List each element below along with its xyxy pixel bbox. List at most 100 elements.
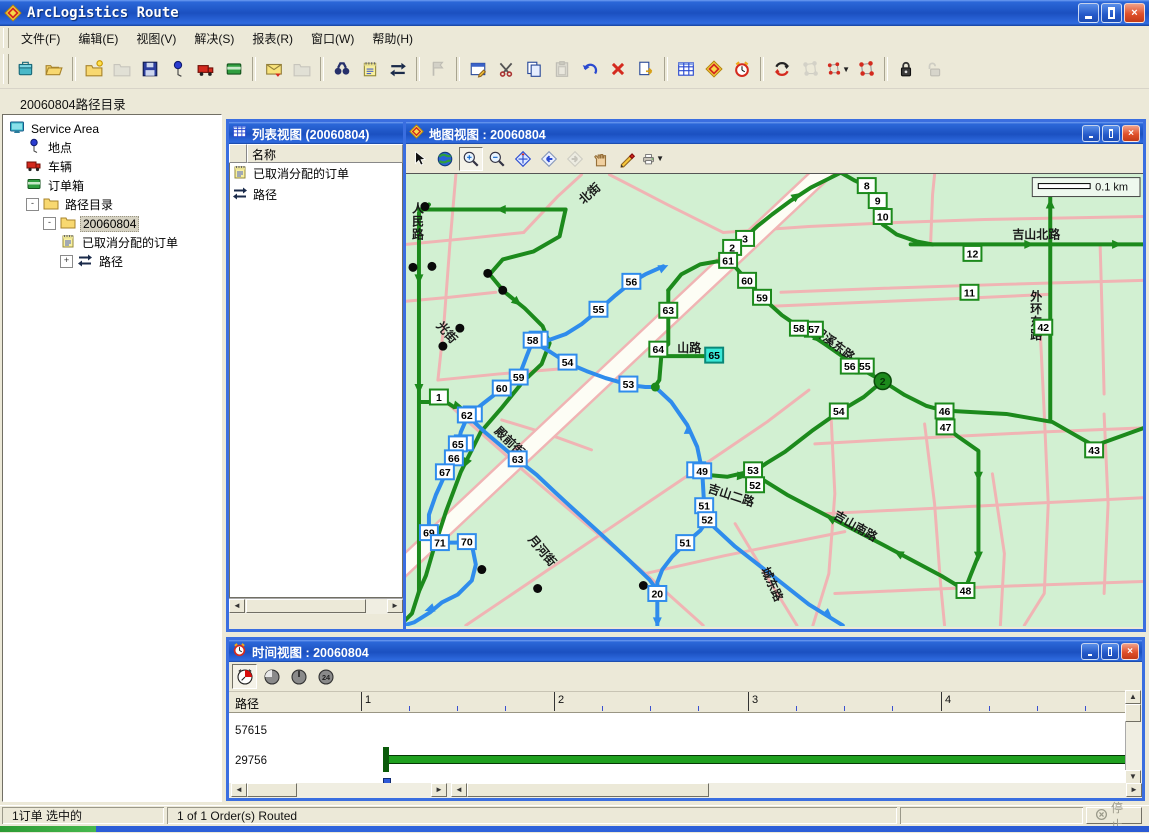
map-stop-61[interactable]: 61 [719, 253, 737, 268]
map-stop-58[interactable]: 58 [790, 321, 808, 336]
map-stop-66[interactable]: 66 [445, 450, 463, 465]
print-tool[interactable]: ▼ [641, 147, 665, 171]
select-tool[interactable] [407, 147, 431, 171]
map-stop-46[interactable]: 46 [936, 403, 954, 418]
scroll-thumb[interactable] [1125, 704, 1141, 722]
map-view-button[interactable] [701, 56, 727, 82]
zoom-select-tool[interactable] [511, 147, 535, 171]
names-scroll-right-button[interactable]: ► [431, 783, 447, 797]
map-stop-1[interactable]: 1 [430, 390, 448, 405]
map-stop-9[interactable]: 9 [869, 193, 887, 208]
map-stop-71[interactable]: 71 [431, 535, 449, 550]
map-stop-55[interactable]: 55 [590, 302, 608, 317]
list-view-button[interactable] [673, 56, 699, 82]
save-button[interactable] [137, 56, 163, 82]
map-stop-42[interactable]: 42 [1034, 320, 1052, 335]
orders-view-button[interactable] [357, 56, 383, 82]
menu-item-3[interactable]: 解决(S) [185, 29, 243, 49]
delete-button[interactable] [605, 56, 631, 82]
map-stop-53[interactable]: 53 [744, 462, 762, 477]
tree-item-locations[interactable]: 地点 [3, 138, 221, 157]
map-stop-2[interactable]: 2 [874, 373, 891, 390]
map-stop-63[interactable]: 63 [659, 303, 677, 318]
menu-item-1[interactable]: 编辑(E) [69, 29, 127, 49]
tree-expander[interactable]: - [43, 217, 56, 230]
map-close-button[interactable]: × [1122, 125, 1140, 142]
map-stop-51[interactable]: 51 [695, 498, 713, 513]
tree-expander[interactable]: - [26, 198, 39, 211]
time-vscrollbar[interactable]: ▲ ▼ [1125, 690, 1142, 784]
list-header-name[interactable]: 名称 [247, 144, 403, 163]
time-minimize-button[interactable] [1081, 643, 1099, 660]
tree-item-vehicles[interactable]: 车辆 [3, 157, 221, 176]
map-stop-8[interactable]: 8 [858, 178, 876, 193]
time-close-button[interactable]: × [1121, 643, 1139, 660]
map-stop-60[interactable]: 60 [738, 273, 756, 288]
undo-button[interactable] [577, 56, 603, 82]
map-view-titlebar[interactable]: 地图视图 : 20060804 × [406, 122, 1143, 144]
gantt-row-label-57615[interactable]: 57615 [235, 725, 267, 737]
map-stop-48[interactable]: 48 [957, 583, 975, 598]
timeline-scroll-thumb[interactable] [467, 783, 709, 797]
new-folder-button[interactable] [81, 56, 107, 82]
tree-expander[interactable]: + [60, 255, 73, 268]
lock-button[interactable] [893, 56, 919, 82]
new-button[interactable] [13, 56, 39, 82]
map-stop-47[interactable]: 47 [937, 419, 955, 434]
scroll-thumb[interactable] [246, 599, 366, 613]
map-stop-56[interactable]: 56 [622, 274, 640, 289]
timeline-scroll-left-button[interactable]: ◄ [451, 783, 467, 797]
map-stop-54[interactable]: 54 [830, 403, 848, 418]
tree-item-unassigned-orders[interactable]: 已取消分配的订单 [3, 233, 221, 252]
unassign-button[interactable] [853, 56, 879, 82]
copy-button[interactable] [521, 56, 547, 82]
locations-button[interactable] [165, 56, 191, 82]
close-button[interactable]: × [1124, 3, 1145, 23]
scroll-right-button[interactable]: ► [387, 599, 403, 613]
map-stop-62[interactable]: 62 [458, 406, 482, 422]
duplicate-button[interactable] [633, 56, 659, 82]
map-maximize-button[interactable] [1102, 125, 1120, 142]
menu-item-0[interactable]: 文件(F) [12, 29, 69, 49]
map-stop-65[interactable]: 65 [449, 435, 473, 451]
timeline-scroll-right-button[interactable]: ► [1126, 783, 1142, 797]
map-stop-52[interactable]: 52 [698, 512, 716, 527]
import-orders-button[interactable] [261, 56, 287, 82]
globe-tool[interactable] [433, 147, 457, 171]
map-stop-43[interactable]: 43 [1085, 442, 1103, 457]
vehicles-button[interactable] [193, 56, 219, 82]
routes-row[interactable]: 路径 [230, 184, 402, 205]
cut-button[interactable] [493, 56, 519, 82]
map-stop-56[interactable]: 56 [841, 359, 859, 374]
menu-item-6[interactable]: 帮助(H) [363, 29, 422, 49]
clock-plain-button[interactable] [286, 664, 311, 689]
zoom-in-tool[interactable] [459, 147, 483, 171]
map-stop-70[interactable]: 70 [458, 534, 476, 549]
clock-actual-button[interactable] [232, 664, 257, 689]
time-column-header[interactable]: 路径 [235, 695, 259, 712]
order-box-button[interactable] [221, 56, 247, 82]
zoom-out-tool[interactable] [485, 147, 509, 171]
time-maximize-button[interactable] [1101, 643, 1119, 660]
draw-tool[interactable] [615, 147, 639, 171]
map-stop-54[interactable]: 54 [559, 355, 577, 370]
time-view-button[interactable] [729, 56, 755, 82]
map-stop-59[interactable]: 59 [753, 290, 771, 305]
map-stop-12[interactable]: 12 [963, 246, 981, 261]
map-stop-53[interactable]: 53 [619, 377, 637, 392]
map-stop-51[interactable]: 51 [676, 535, 694, 550]
map-stop-64[interactable]: 64 [649, 342, 667, 357]
map-minimize-button[interactable] [1082, 125, 1100, 142]
list-view-titlebar[interactable]: 列表视图 (20060804) [229, 122, 403, 144]
gantt-row-label-29756[interactable]: 29756 [235, 755, 267, 767]
names-scroll-left-button[interactable]: ◄ [231, 783, 247, 797]
map-stop-58[interactable]: 58 [524, 332, 548, 348]
tree-item-order-box[interactable]: 订单箱 [3, 176, 221, 195]
scroll-left-button[interactable]: ◄ [229, 599, 245, 613]
map-stop-52[interactable]: 52 [746, 477, 764, 492]
map-stop-11[interactable]: 11 [960, 285, 978, 300]
scroll-down-button[interactable]: ▼ [1125, 770, 1141, 784]
tree-item-service-area[interactable]: Service Area [3, 119, 221, 138]
clock-quarter-button[interactable] [259, 664, 284, 689]
solve-button[interactable] [769, 56, 795, 82]
